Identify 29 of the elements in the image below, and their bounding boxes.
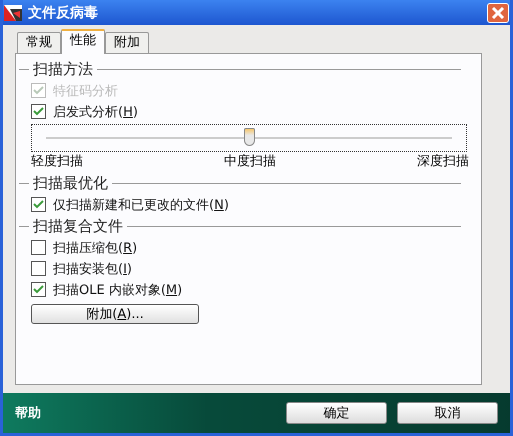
checkbox[interactable] <box>31 240 46 255</box>
checkbox-label: 扫描压缩包(R) <box>53 240 138 256</box>
dialog-button[interactable]: 确定 <box>286 402 387 424</box>
slider-label: 中度扫描 <box>224 153 276 170</box>
checkbox[interactable] <box>31 197 46 212</box>
checkbox[interactable] <box>31 261 46 276</box>
app-icon <box>4 4 22 20</box>
checkbox[interactable] <box>31 282 46 297</box>
help-link[interactable]: 帮助 <box>15 404 41 422</box>
tab[interactable]: 性能 <box>61 29 105 54</box>
section-title: 扫描最优化 <box>33 174 108 192</box>
checkbox-label: 扫描OLE 内嵌对象(M) <box>53 282 182 298</box>
section-title: 扫描方法 <box>33 60 93 78</box>
tab[interactable]: 附加 <box>105 32 149 53</box>
checkbox-label: 特征码分析 <box>53 82 118 100</box>
close-icon <box>491 6 505 18</box>
close-button[interactable] <box>487 2 509 22</box>
slider-label: 深度扫描 <box>417 153 469 170</box>
add-button[interactable]: 附加(A)... <box>31 304 199 324</box>
checkbox-label: 启发式分析(H) <box>53 104 138 120</box>
slider-thumb[interactable] <box>244 128 255 146</box>
dialog-button[interactable]: 取消 <box>397 402 498 424</box>
tab[interactable]: 常规 <box>17 32 61 53</box>
slider-label: 轻度扫描 <box>31 153 83 170</box>
window-title: 文件反病毒 <box>28 4 99 22</box>
checkbox-label: 扫描安装包(I) <box>53 260 132 278</box>
checkbox[interactable] <box>31 104 46 119</box>
section-title: 扫描复合文件 <box>33 216 123 236</box>
checkbox-label: 仅扫描新建和已更改的文件(N) <box>53 196 229 214</box>
